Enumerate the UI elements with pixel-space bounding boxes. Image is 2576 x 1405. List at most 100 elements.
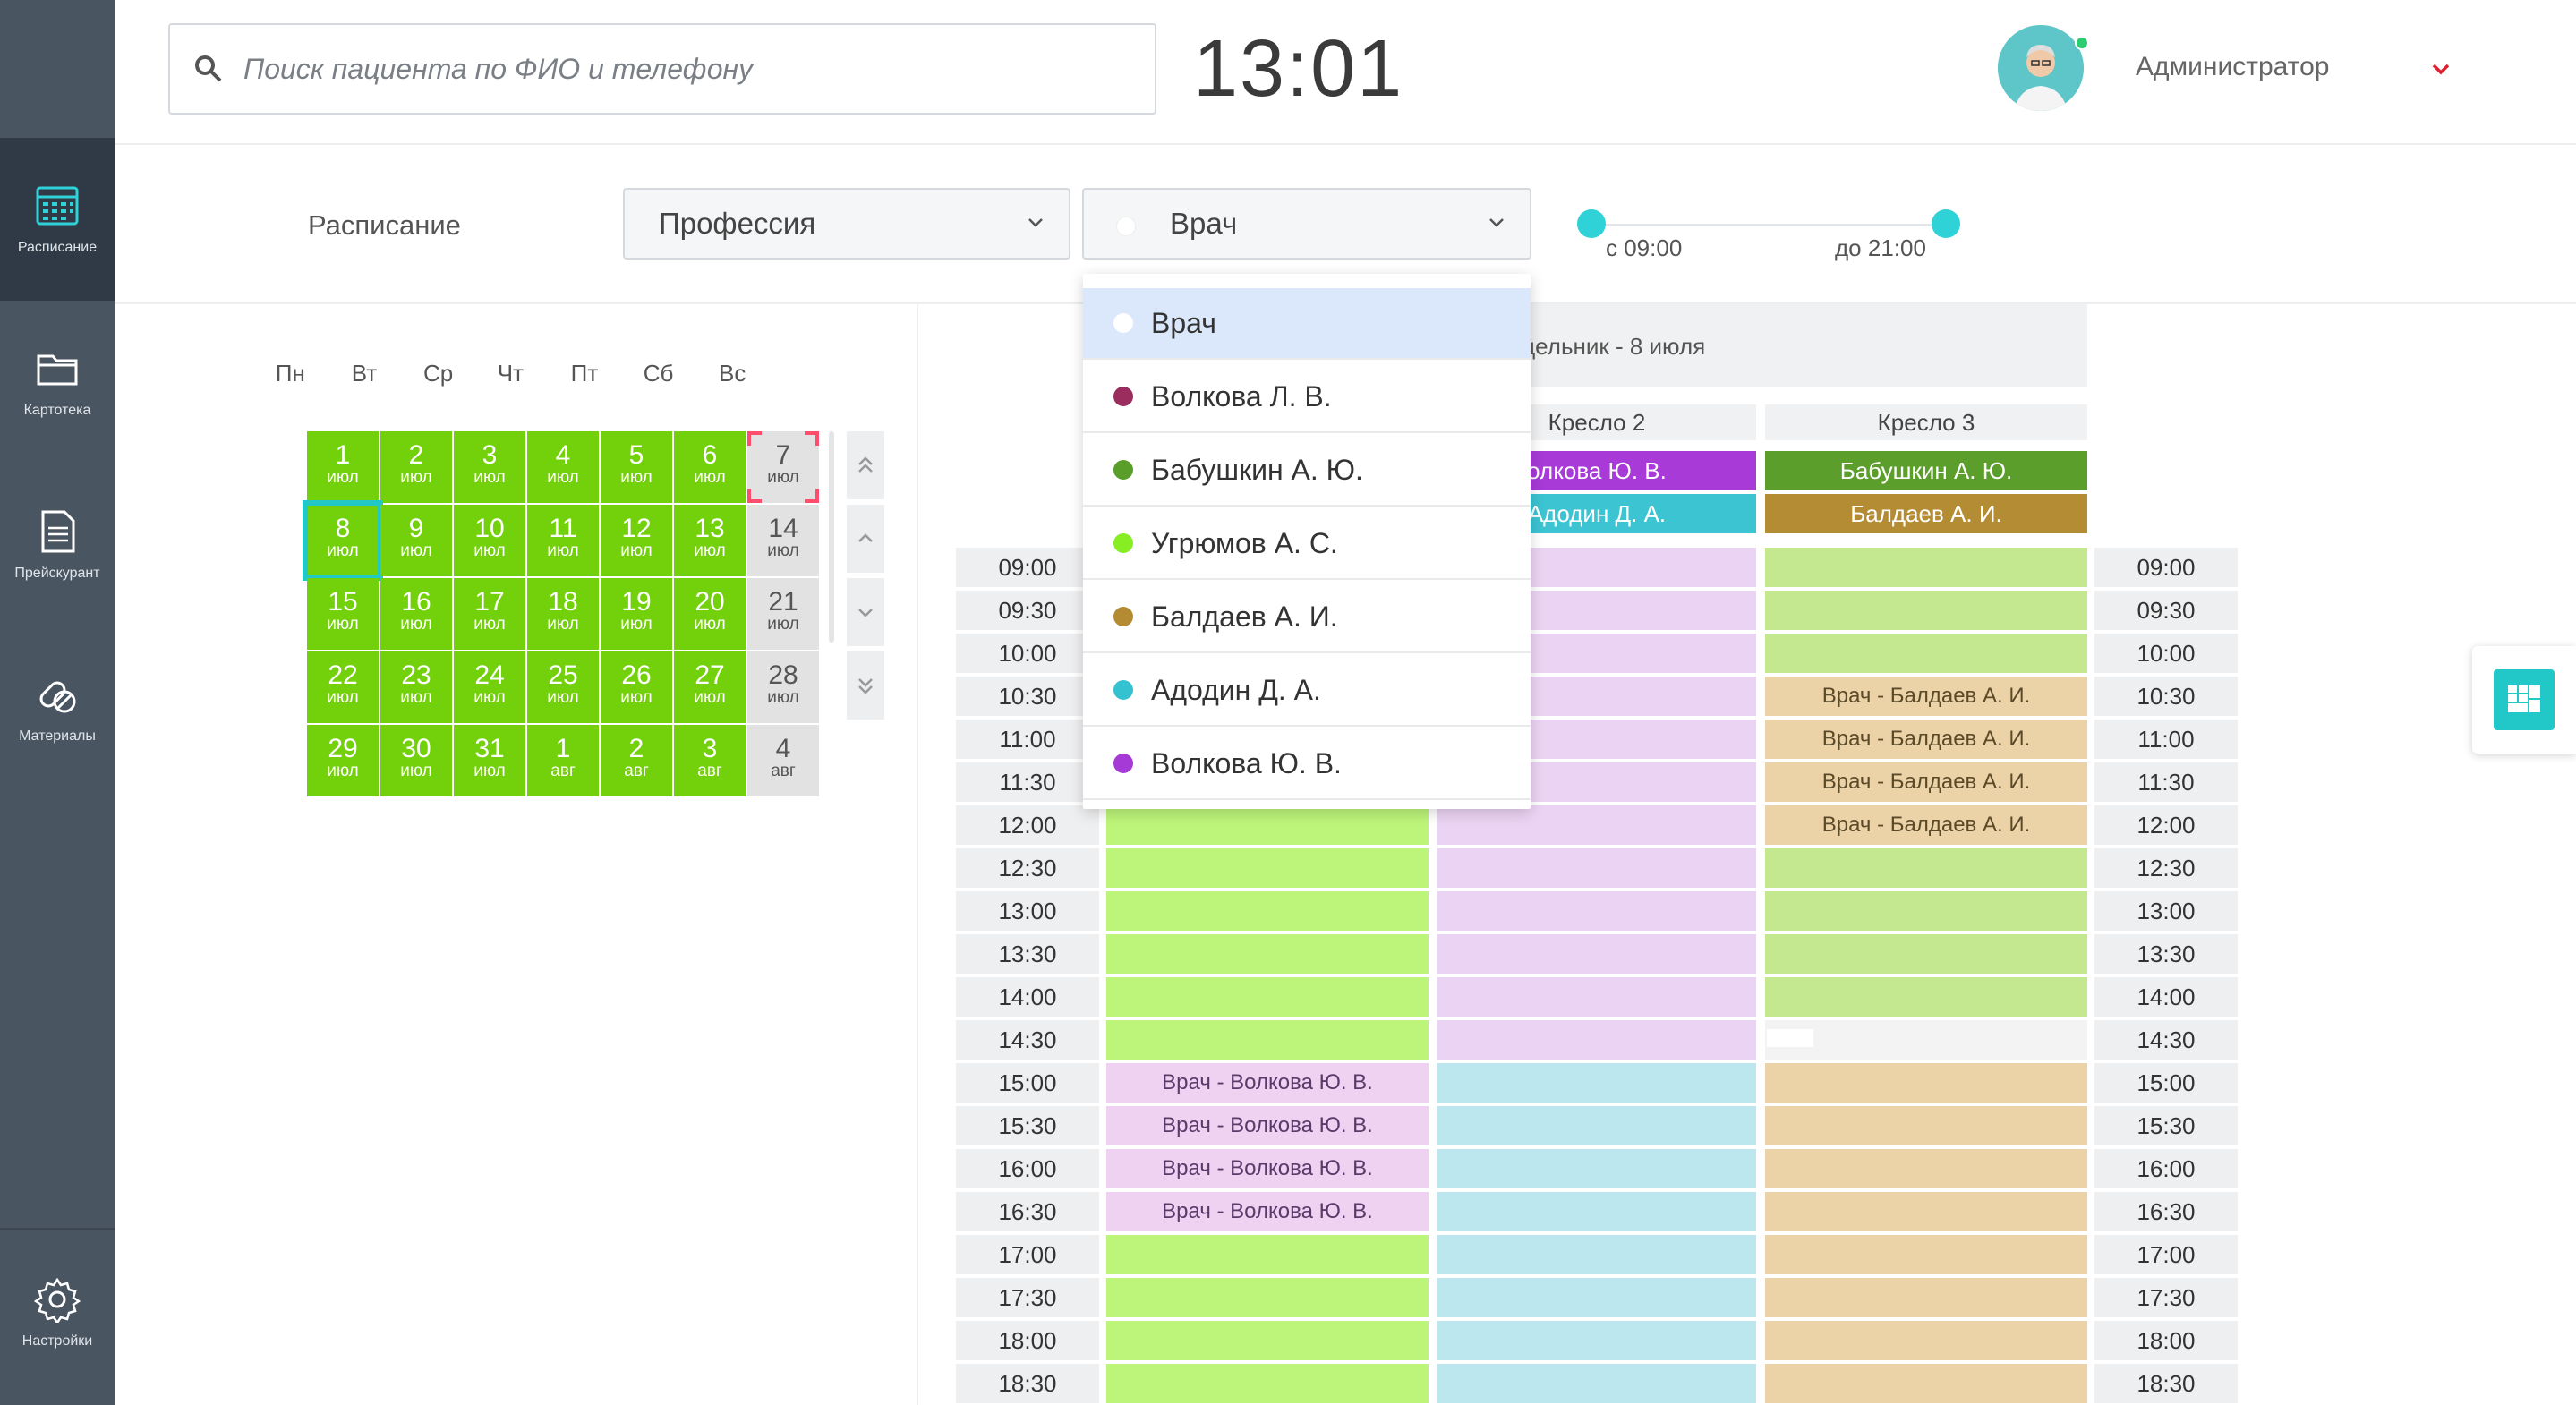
schedule-slot[interactable]	[1437, 848, 1756, 888]
schedule-slot[interactable]: Врач - Балдаев А. И.	[1765, 805, 2087, 845]
schedule-slot[interactable]	[1437, 934, 1756, 974]
range-start-handle[interactable]	[1577, 209, 1606, 238]
calendar-day[interactable]: 14 июл	[747, 505, 819, 576]
schedule-slot[interactable]	[1765, 1321, 2087, 1360]
scroll-bottom-button[interactable]	[847, 651, 884, 720]
schedule-slot[interactable]	[1106, 1321, 1429, 1360]
chair-doctor-bar[interactable]: Балдаев А. И.	[1765, 494, 2087, 533]
calendar-day[interactable]: 21 июл	[747, 578, 819, 650]
schedule-slot[interactable]	[1765, 934, 2087, 974]
schedule-slot[interactable]	[1106, 1278, 1429, 1317]
calendar-day[interactable]: 10 июл	[454, 505, 525, 576]
calendar-day[interactable]: 11 июл	[527, 505, 599, 576]
schedule-slot[interactable]: Врач - Балдаев А. И.	[1765, 720, 2087, 759]
calendar-day[interactable]: 3 июл	[454, 431, 525, 503]
calendar-day[interactable]: 8 июл	[303, 500, 383, 581]
floating-action-button[interactable]	[2472, 646, 2576, 754]
schedule-slot[interactable]: Врач - Балдаев А. И.	[1765, 762, 2087, 802]
calendar-day[interactable]: 16 июл	[380, 578, 452, 650]
calendar-day[interactable]: 15 июл	[307, 578, 379, 650]
calendar-day[interactable]: 4 июл	[527, 431, 599, 503]
calendar-day[interactable]: 3 авг	[674, 725, 746, 796]
schedule-slot[interactable]: Врач - Волкова Ю. В.	[1106, 1063, 1429, 1103]
schedule-slot[interactable]	[1765, 1278, 2087, 1317]
schedule-slot[interactable]	[1765, 891, 2087, 931]
schedule-slot[interactable]	[1765, 548, 2087, 587]
calendar-day[interactable]: 1 июл	[307, 431, 379, 503]
calendar-day[interactable]: 29 июл	[307, 725, 379, 796]
scroll-up-button[interactable]	[847, 505, 884, 573]
schedule-slot[interactable]	[1437, 1020, 1756, 1060]
calendar-day[interactable]: 12 июл	[601, 505, 672, 576]
schedule-slot[interactable]	[1437, 1364, 1756, 1403]
calendar-day[interactable]: 22 июл	[307, 651, 379, 723]
calendar-day[interactable]: 7 июл	[747, 431, 819, 503]
schedule-slot[interactable]	[1765, 634, 2087, 673]
schedule-slot[interactable]	[1437, 805, 1756, 845]
calendar-day[interactable]: 30 июл	[380, 725, 452, 796]
schedule-slot[interactable]	[1765, 1020, 2087, 1060]
sidebar-item-materials[interactable]: Материалы	[0, 626, 115, 789]
schedule-slot[interactable]	[1765, 1364, 2087, 1403]
schedule-slot[interactable]	[1437, 1278, 1756, 1317]
schedule-slot[interactable]	[1437, 1192, 1756, 1231]
calendar-day[interactable]: 24 июл	[454, 651, 525, 723]
schedule-slot[interactable]	[1437, 1321, 1756, 1360]
schedule-slot[interactable]	[1106, 1235, 1429, 1274]
schedule-slot[interactable]	[1765, 848, 2087, 888]
schedule-slot[interactable]: Врач - Волкова Ю. В.	[1106, 1149, 1429, 1188]
calendar-day[interactable]: 13 июл	[674, 505, 746, 576]
schedule-slot[interactable]	[1437, 1149, 1756, 1188]
calendar-day[interactable]: 6 июл	[674, 431, 746, 503]
dropdown-option[interactable]: Бабушкин А. Ю.	[1083, 435, 1531, 507]
schedule-slot[interactable]	[1765, 591, 2087, 630]
calendar-day[interactable]: 27 июл	[674, 651, 746, 723]
schedule-slot[interactable]	[1106, 1020, 1429, 1060]
scroll-down-button[interactable]	[847, 578, 884, 646]
calendar-day[interactable]: 9 июл	[380, 505, 452, 576]
schedule-slot[interactable]	[1106, 934, 1429, 974]
range-end-handle[interactable]	[1932, 209, 1960, 238]
calendar-day[interactable]: 31 июл	[454, 725, 525, 796]
dropdown-option[interactable]: Волкова Л. В.	[1083, 362, 1531, 433]
calendar-day[interactable]: 19 июл	[601, 578, 672, 650]
schedule-slot[interactable]	[1437, 891, 1756, 931]
sidebar-item-price-list[interactable]: Прейскурант	[0, 464, 115, 626]
search-input[interactable]	[243, 52, 1103, 86]
calendar-day[interactable]: 28 июл	[747, 651, 819, 723]
calendar-day[interactable]: 2 июл	[380, 431, 452, 503]
calendar-day[interactable]: 1 авг	[527, 725, 599, 796]
schedule-slot[interactable]	[1106, 891, 1429, 931]
calendar-day[interactable]: 17 июл	[454, 578, 525, 650]
calendar-day[interactable]: 2 авг	[601, 725, 672, 796]
calendar-day[interactable]: 18 июл	[527, 578, 599, 650]
schedule-slot[interactable]	[1765, 977, 2087, 1017]
schedule-slot[interactable]: Врач - Балдаев А. И.	[1765, 677, 2087, 716]
dropdown-option[interactable]: Балдаев А. И.	[1083, 582, 1531, 653]
dropdown-option[interactable]: Волкова Ю. В.	[1083, 728, 1531, 800]
schedule-slot[interactable]	[1106, 1364, 1429, 1403]
sidebar-item-card-index[interactable]: Картотека	[0, 301, 115, 464]
schedule-slot[interactable]	[1765, 1063, 2087, 1103]
schedule-slot[interactable]: Врач - Волкова Ю. В.	[1106, 1192, 1429, 1231]
calendar-day[interactable]: 23 июл	[380, 651, 452, 723]
sidebar-item-schedule[interactable]: Расписание	[0, 138, 115, 301]
sidebar-item-settings[interactable]: Настройки	[0, 1237, 115, 1389]
calendar-day[interactable]: 20 июл	[674, 578, 746, 650]
scroll-top-button[interactable]	[847, 431, 884, 499]
dropdown-option[interactable]: Врач	[1083, 288, 1531, 360]
calendar-day[interactable]: 25 июл	[527, 651, 599, 723]
schedule-slot[interactable]	[1106, 977, 1429, 1017]
schedule-slot[interactable]	[1106, 805, 1429, 845]
dropdown-option[interactable]: Угрюмов А. С.	[1083, 508, 1531, 580]
avatar[interactable]	[1998, 25, 2084, 111]
schedule-slot[interactable]	[1437, 1106, 1756, 1145]
schedule-slot[interactable]	[1437, 977, 1756, 1017]
profession-select[interactable]: Профессия	[623, 188, 1070, 260]
schedule-slot[interactable]	[1765, 1192, 2087, 1231]
calendar-scrollbar[interactable]	[829, 431, 834, 643]
calendar-day[interactable]: 5 июл	[601, 431, 672, 503]
doctor-select[interactable]: Врач	[1082, 188, 1531, 260]
chevron-down-icon[interactable]	[2427, 55, 2454, 82]
chair-doctor-bar[interactable]: Бабушкин А. Ю.	[1765, 451, 2087, 490]
